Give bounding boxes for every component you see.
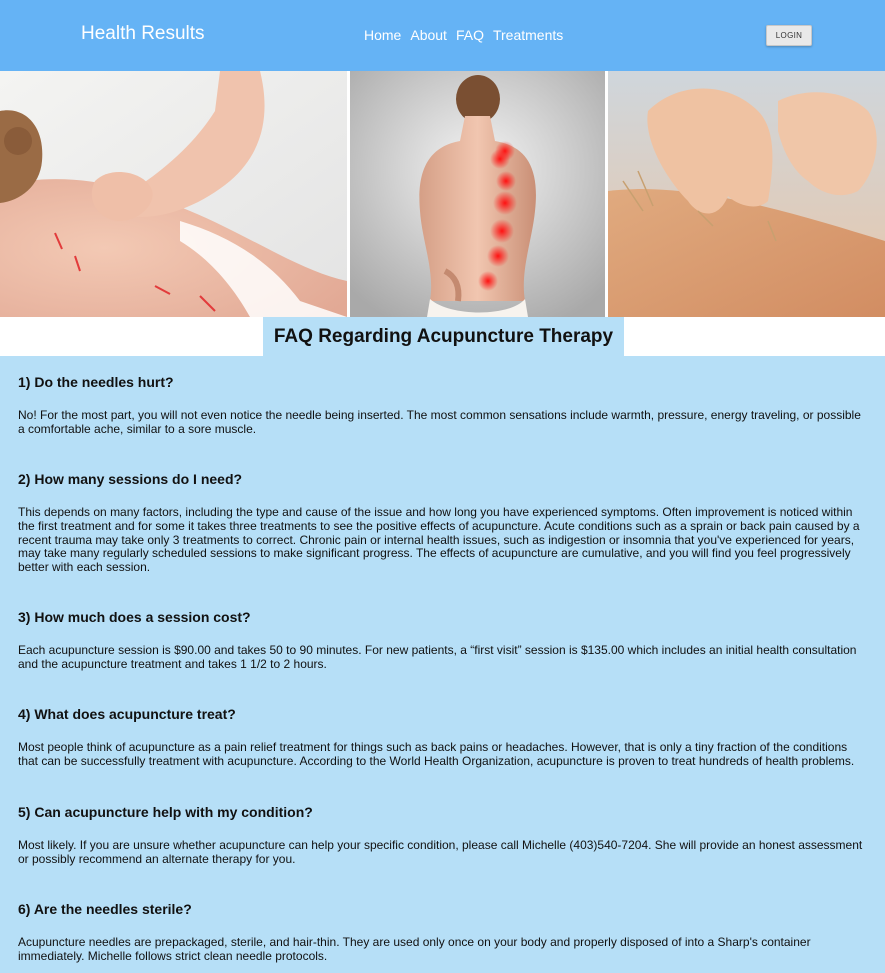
faq-answer: This depends on many factors, including …: [18, 505, 860, 575]
page-title-box: FAQ Regarding Acupuncture Therapy: [263, 317, 624, 356]
faq-answer: Acupuncture needles are prepackaged, ste…: [18, 935, 811, 963]
spine-pain-points-photo: [350, 71, 605, 317]
faq-item: 2) How many sessions do I need? This dep…: [18, 471, 868, 575]
top-nav-bar: Health Results Home About FAQ Treatments…: [0, 0, 885, 71]
nav-link-home[interactable]: Home: [364, 27, 401, 43]
faq-answer: Most people think of acupuncture as a pa…: [18, 740, 855, 768]
faq-item: 1) Do the needles hurt? No! For the most…: [18, 374, 868, 437]
faq-question: 5) Can acupuncture help with my conditio…: [18, 804, 313, 820]
faq-question: 1) Do the needles hurt?: [18, 374, 174, 390]
faq-item: 6) Are the needles sterile? Acupuncture …: [18, 901, 868, 964]
login-button[interactable]: LOGIN: [766, 25, 812, 46]
faq-answer: Each acupuncture session is $90.00 and t…: [18, 643, 857, 671]
page-title: FAQ Regarding Acupuncture Therapy: [273, 325, 614, 347]
faq-question: 6) Are the needles sterile?: [18, 901, 192, 917]
acupuncture-shoulder-photo: [0, 71, 347, 317]
faq-item: 3) How much does a session cost? Each ac…: [18, 609, 868, 672]
nav-link-treatments[interactable]: Treatments: [493, 27, 563, 43]
faq-question: 2) How many sessions do I need?: [18, 471, 243, 487]
main-nav: Home About FAQ Treatments: [364, 27, 572, 43]
brand-logo-text[interactable]: Health Results: [81, 23, 205, 45]
faq-question: 3) How much does a session cost?: [18, 609, 251, 625]
faq-question: 4) What does acupuncture treat?: [18, 706, 236, 722]
faq-item: 4) What does acupuncture treat? Most peo…: [18, 706, 868, 769]
acupuncture-hands-photo: [608, 71, 885, 317]
hero-image-strip: [0, 71, 885, 317]
faq-answer: No! For the most part, you will not even…: [18, 408, 861, 436]
nav-link-about[interactable]: About: [410, 27, 447, 43]
nav-link-faq[interactable]: FAQ: [456, 27, 484, 43]
faq-answer: Most likely. If you are unsure whether a…: [18, 838, 863, 866]
faq-item: 5) Can acupuncture help with my conditio…: [18, 804, 868, 867]
